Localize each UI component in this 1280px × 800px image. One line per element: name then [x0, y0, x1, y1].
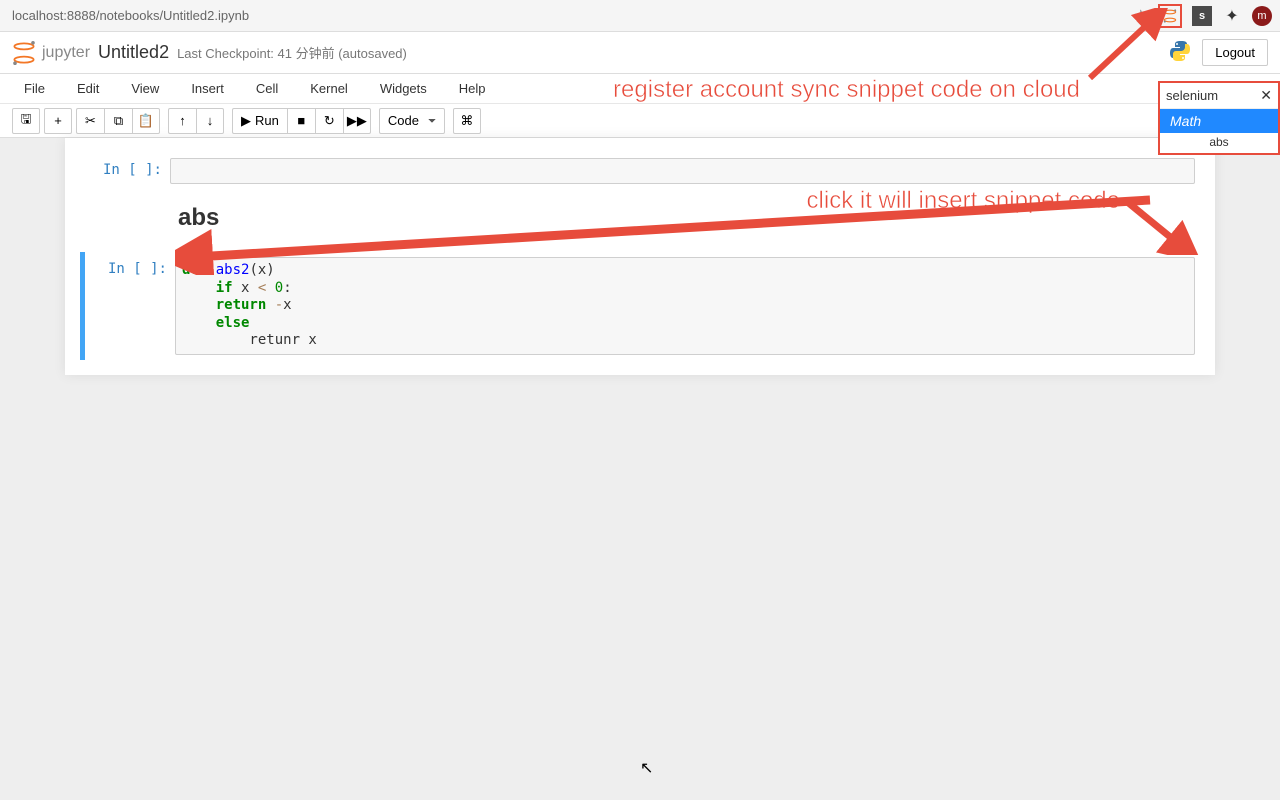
restart-button[interactable]: ↻	[315, 108, 343, 134]
menu-edit[interactable]: Edit	[61, 81, 115, 96]
notebook-container: In [ ]: . abs In [ ]: def abs2(x) if x <…	[65, 138, 1215, 375]
toolbar: 🖫 + ✂ ⧉ 📋 ↑ ↓ ▶︎ Run ■ ↻ ▶▶ Code ⌘	[0, 104, 1280, 138]
jupyter-logo-text: jupyter	[42, 44, 90, 62]
mouse-cursor-icon: ↖	[640, 758, 653, 778]
code-input-area[interactable]: def abs2(x) if x < 0: return -x else ret…	[175, 257, 1195, 355]
notebook-name[interactable]: Untitled2	[98, 42, 169, 63]
snippet-title: selenium	[1166, 88, 1218, 103]
page-content: jupyter Untitled2 Last Checkpoint: 41 分钟…	[0, 32, 1280, 800]
checkpoint-text: Last Checkpoint: 41 分钟前 (autosaved)	[177, 43, 407, 62]
code-input-area[interactable]	[170, 158, 1195, 184]
command-palette-button[interactable]: ⌘	[453, 108, 481, 134]
profile-avatar-icon[interactable]: m	[1252, 6, 1272, 26]
logout-button[interactable]: Logout	[1202, 39, 1268, 66]
python-logo-icon	[1168, 39, 1192, 66]
save-button[interactable]: 🖫	[12, 108, 40, 134]
menu-cell[interactable]: Cell	[240, 81, 294, 96]
code-cell-abs2[interactable]: In [ ]: def abs2(x) if x < 0: return -x …	[80, 252, 1200, 360]
snippet-item-abs[interactable]: abs	[1160, 133, 1278, 153]
extension-s-icon[interactable]: s	[1192, 6, 1212, 26]
markdown-rendered: abs	[170, 204, 1195, 247]
bookmark-star-icon[interactable]: ☆	[1134, 6, 1148, 26]
menu-kernel[interactable]: Kernel	[294, 81, 364, 96]
cell-type-select[interactable]: Code	[379, 108, 445, 134]
snippet-close-icon[interactable]: ✕	[1260, 87, 1272, 104]
snippet-category[interactable]: Math	[1160, 109, 1278, 133]
extension-jupyter-icon[interactable]	[1158, 4, 1182, 28]
restart-run-all-button[interactable]: ▶▶	[343, 108, 371, 134]
browser-address-bar: ☆ s ✦ m	[0, 0, 1280, 32]
menu-insert[interactable]: Insert	[175, 81, 240, 96]
cell-prompt: In [ ]:	[80, 158, 170, 184]
snippet-panel: selenium ✕ Math abs	[1158, 81, 1280, 155]
move-down-button[interactable]: ↓	[196, 108, 224, 134]
cell-prompt: In [ ]:	[85, 257, 175, 355]
menu-help[interactable]: Help	[443, 81, 502, 96]
copy-button[interactable]: ⧉	[104, 108, 132, 134]
url-input[interactable]	[8, 4, 1124, 28]
menu-file[interactable]: File	[8, 81, 61, 96]
markdown-heading: abs	[178, 204, 1187, 232]
move-up-button[interactable]: ↑	[168, 108, 196, 134]
cut-button[interactable]: ✂	[76, 108, 104, 134]
jupyter-logo[interactable]: jupyter	[12, 38, 90, 68]
code-cell-empty[interactable]: In [ ]:	[80, 153, 1200, 189]
menubar: File Edit View Insert Cell Kernel Widget…	[0, 74, 1280, 104]
paste-button[interactable]: 📋	[132, 108, 160, 134]
menu-view[interactable]: View	[115, 81, 175, 96]
add-cell-button[interactable]: +	[44, 108, 72, 134]
run-button[interactable]: ▶︎ Run	[232, 108, 287, 134]
markdown-cell[interactable]: . abs	[80, 199, 1200, 252]
menu-widgets[interactable]: Widgets	[364, 81, 443, 96]
interrupt-button[interactable]: ■	[287, 108, 315, 134]
extensions-puzzle-icon[interactable]: ✦	[1222, 6, 1242, 26]
jupyter-header: jupyter Untitled2 Last Checkpoint: 41 分钟…	[0, 32, 1280, 74]
